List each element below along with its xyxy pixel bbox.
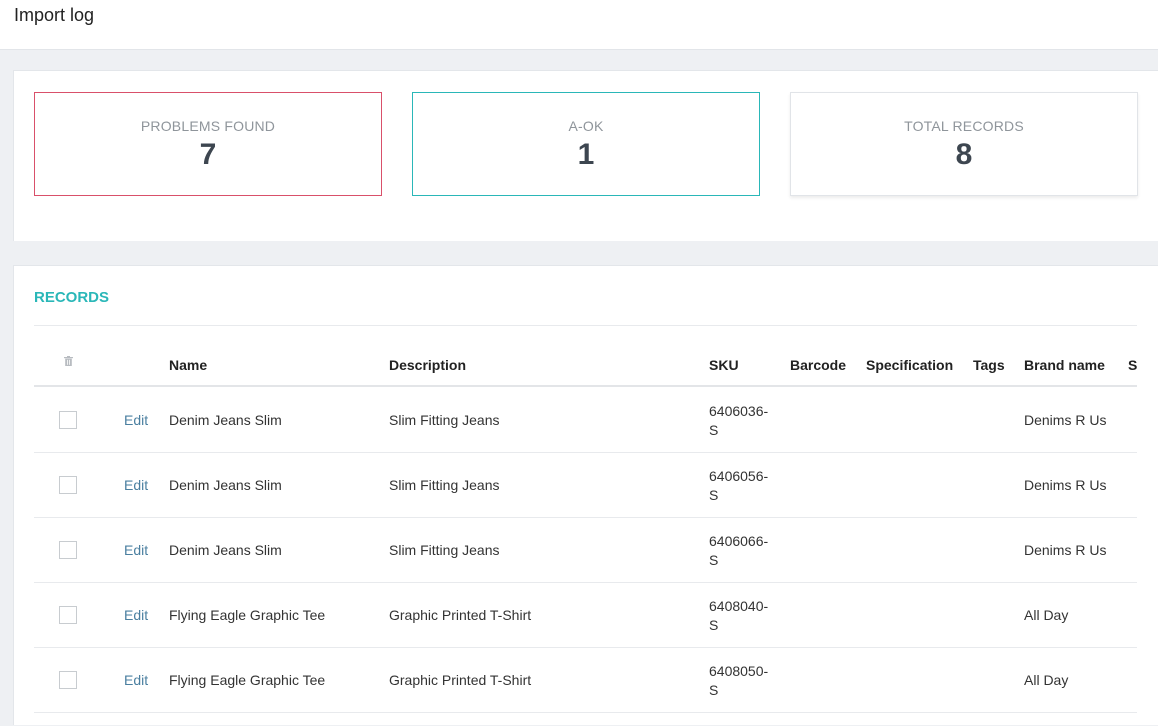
cell-brand: All Day	[1024, 672, 1069, 688]
table-row: Edit Denim Jeans Slim Slim Fitting Jeans…	[34, 453, 1137, 518]
total-records-count: 8	[955, 138, 973, 171]
cell-brand: Denims R Us	[1024, 477, 1107, 493]
a-ok-label: A-OK	[568, 118, 604, 134]
edit-link[interactable]: Edit	[124, 672, 148, 688]
row-checkbox[interactable]	[59, 671, 77, 689]
table-row: Edit Flying Eagle Graphic Tee Graphic Pr…	[34, 648, 1137, 713]
column-header-partial[interactable]: S	[1128, 357, 1137, 373]
column-header-sku[interactable]: SKU	[709, 357, 739, 373]
edit-link[interactable]: Edit	[124, 412, 148, 428]
cell-name: Denim Jeans Slim	[169, 477, 282, 493]
a-ok-count: 1	[577, 138, 595, 171]
stats-panel: PROBLEMS FOUND 7 A-OK 1 TOTAL RECORDS 8	[13, 70, 1158, 241]
cell-description: Slim Fitting Jeans	[389, 412, 500, 428]
cell-brand: Denims R Us	[1024, 412, 1107, 428]
cell-name: Denim Jeans Slim	[169, 412, 282, 428]
row-checkbox[interactable]	[59, 606, 77, 624]
top-bar: Import log	[0, 0, 1158, 50]
cell-description: Graphic Printed T-Shirt	[389, 672, 532, 688]
cell-description: Slim Fitting Jeans	[389, 542, 500, 558]
cell-sku: 6408050-S	[709, 663, 769, 698]
cell-description: Graphic Printed T-Shirt	[389, 607, 532, 623]
page-title: Import log	[14, 5, 95, 25]
column-header-tags[interactable]: Tags	[973, 357, 1005, 373]
cell-sku: 6406066-S	[709, 533, 769, 568]
total-records-label: TOTAL RECORDS	[904, 118, 1024, 134]
edit-link[interactable]: Edit	[124, 477, 148, 493]
cell-brand: All Day	[1024, 607, 1069, 623]
column-header-specification[interactable]: Specification	[866, 357, 953, 373]
records-heading: RECORDS	[34, 289, 110, 306]
table-row: Edit Denim Jeans Slim Slim Fitting Jeans…	[34, 388, 1137, 453]
table-row: Edit Flying Eagle Graphic Tee Graphic Pr…	[34, 583, 1137, 648]
cell-sku: 6406036-S	[709, 403, 769, 438]
cell-name: Flying Eagle Graphic Tee	[169, 607, 326, 623]
total-records-card[interactable]: TOTAL RECORDS 8	[790, 92, 1138, 196]
problems-found-card[interactable]: PROBLEMS FOUND 7	[34, 92, 382, 196]
cell-brand: Denims R Us	[1024, 542, 1107, 558]
column-header-description[interactable]: Description	[389, 357, 466, 373]
column-header-barcode[interactable]: Barcode	[790, 357, 846, 373]
trash-icon[interactable]	[64, 356, 73, 366]
table-row: Edit Denim Jeans Slim Slim Fitting Jeans…	[34, 518, 1137, 583]
records-table: Name Description SKU Barcode Specificati…	[34, 326, 1137, 726]
cell-name: Denim Jeans Slim	[169, 542, 282, 558]
a-ok-card[interactable]: A-OK 1	[412, 92, 760, 196]
row-checkbox[interactable]	[59, 476, 77, 494]
column-header-brand-name[interactable]: Brand name	[1024, 357, 1105, 373]
cell-sku: 6408040-S	[709, 598, 769, 633]
row-checkbox[interactable]	[59, 541, 77, 559]
row-checkbox[interactable]	[59, 411, 77, 429]
cell-sku: 6406056-S	[709, 468, 769, 503]
edit-link[interactable]: Edit	[124, 542, 148, 558]
column-header-name[interactable]: Name	[169, 357, 207, 373]
table-header: Name Description SKU Barcode Specificati…	[34, 326, 1137, 387]
edit-link[interactable]: Edit	[124, 607, 148, 623]
records-panel: RECORDS Name Description SKU Barcode Spe…	[13, 265, 1158, 725]
cell-description: Slim Fitting Jeans	[389, 477, 500, 493]
problems-found-count: 7	[199, 138, 217, 171]
problems-found-label: PROBLEMS FOUND	[140, 118, 276, 134]
cell-name: Flying Eagle Graphic Tee	[169, 672, 326, 688]
